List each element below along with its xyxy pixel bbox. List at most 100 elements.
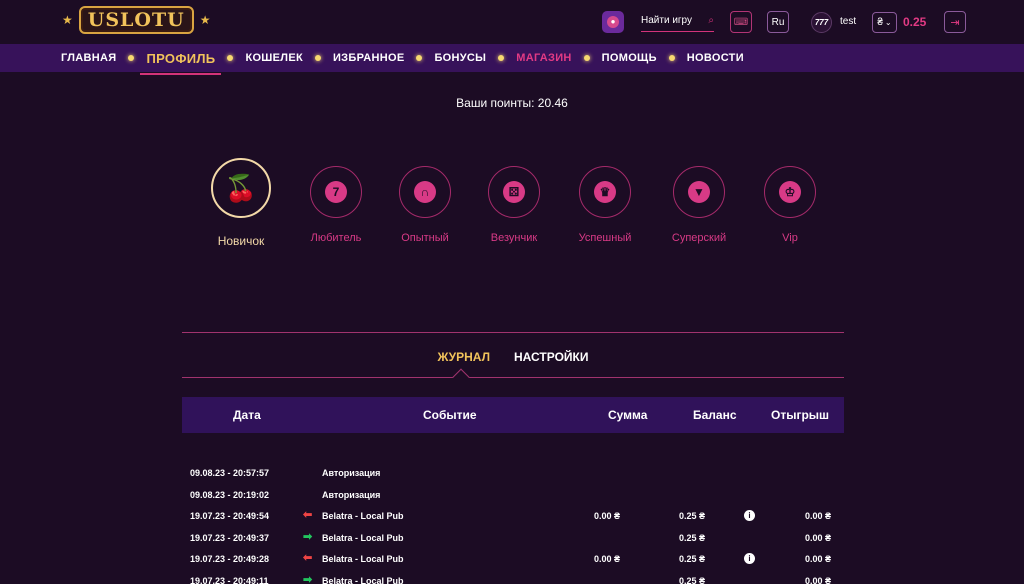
top-header: ★ USLOTU ★ ● ⌕ ⌨ Ru 777 test ₴ ⌄ 0.25 ⇥ [0,0,1024,44]
level-vip: ♔ Vip [745,158,835,244]
777-icon: 7 [325,181,347,203]
level-successful: ♛ Успешный [560,158,650,244]
row-winnings: 0.00 ₴ [805,575,832,584]
row-event: Belatra - Local Pub [322,511,404,521]
info-icon[interactable]: i [744,553,755,564]
divider [182,332,844,333]
arrow-left-icon: ⬅ [303,509,313,521]
row-date: 09.08.23 - 20:19:02 [190,489,270,500]
promo-icon[interactable]: ● [602,11,624,33]
nav-item-bonuses[interactable]: БОНУСЫ [434,52,486,64]
level-label: Успешный [578,232,632,244]
main-nav: ГЛАВНАЯ ПРОФИЛЬ КОШЕЛЕК ИЗБРАННОЕ БОНУСЫ… [0,44,1024,75]
table-header: Дата Событие Сумма Баланс Отыгрыш [182,397,844,433]
level-label: Новичок [217,234,265,248]
row-event: Belatra - Local Pub [322,575,404,584]
balance-value: 0.25 [903,15,927,29]
nav-item-profile[interactable]: ПРОФИЛЬ [140,51,222,75]
currency-dropdown[interactable]: ₴ ⌄ [872,12,897,33]
table-row: 19.07.23 - 20:49:28 ⬅ Belatra - Local Pu… [182,548,844,570]
row-sum: 0.00 ₴ [594,511,621,521]
table-row: 09.08.23 - 20:19:02 Авторизация [182,484,844,506]
arrow-left-icon: ⬅ [303,552,313,564]
language-button[interactable]: Ru [767,11,789,33]
nav-item-favorites[interactable]: ИЗБРАННОЕ [333,52,405,64]
star-icon: ★ [199,13,211,27]
dot-separator [128,55,135,61]
logo-text: USLOTU [78,6,194,34]
col-balance: Баланс [693,408,737,422]
table-row: 19.07.23 - 20:49:37 ➡ Belatra - Local Pu… [182,527,844,549]
currency-symbol: ₴ [877,17,883,28]
nav-item-wallet[interactable]: КОШЕЛЕК [245,52,303,64]
tab-journal[interactable]: ЖУРНАЛ [438,350,491,364]
tuxedo-icon: ▼ [688,181,710,203]
row-event: Belatra - Local Pub [322,554,404,564]
dot-separator [227,55,234,61]
trophy-icon: ♛ [594,181,616,203]
keyboard-icon[interactable]: ⌨ [730,11,752,33]
table-row: 19.07.23 - 20:49:11 ➡ Belatra - Local Pu… [182,570,844,584]
cherry-icon: 🍒 [224,172,258,203]
search-box[interactable]: ⌕ [641,10,714,32]
table-row: 09.08.23 - 20:57:57 Авторизация [182,462,844,484]
row-balance: 0.25 ₴ [679,532,706,543]
row-event: Авторизация [322,468,381,478]
arrow-right-icon: ➡ [303,573,313,584]
row-winnings: 0.00 ₴ [805,554,832,564]
nav-item-help[interactable]: ПОМОЩЬ [602,52,657,64]
col-date: Дата [233,408,261,422]
dot-separator [314,55,321,61]
nav-item-shop[interactable]: МАГАЗИН [516,52,571,64]
row-date: 19.07.23 - 20:49:37 [190,532,270,543]
col-winnings: Отыгрыш [771,408,830,422]
level-novice: 🍒 Новичок [196,158,286,248]
journal-table: 09.08.23 - 20:57:57 Авторизация 09.08.23… [182,462,844,584]
row-winnings: 0.00 ₴ [805,532,832,543]
dot-separator [416,55,423,61]
row-winnings: 0.00 ₴ [805,511,832,521]
nav-item-home[interactable]: ГЛАВНАЯ [61,52,116,64]
logout-icon[interactable]: ⇥ [944,11,966,33]
level-label: Опытный [401,232,449,244]
row-sum: 0.00 ₴ [594,554,621,564]
crown-icon: ♔ [779,181,801,203]
row-balance: 0.25 ₴ [679,511,706,521]
username[interactable]: test [840,16,856,27]
row-event: Авторизация [322,489,381,500]
points-balance: Ваши поинты: 20.46 [456,96,568,110]
level-label: Vip [782,232,798,244]
col-event: Событие [423,408,477,422]
level-experienced: ∩ Опытный [380,158,470,244]
table-row: 19.07.23 - 20:49:54 ⬅ Belatra - Local Pu… [182,505,844,527]
level-label: Любитель [310,232,362,244]
row-balance: 0.25 ₴ [679,554,706,564]
level-super: ▼ Суперский [654,158,744,244]
dice-icon: ⚄ [503,181,525,203]
divider [182,377,844,378]
tab-bar: ЖУРНАЛ НАСТРОЙКИ [182,350,844,364]
info-icon[interactable]: i [744,510,755,521]
avatar[interactable]: 777 [811,12,832,33]
search-icon[interactable]: ⌕ [708,15,714,26]
row-date: 19.07.23 - 20:49:28 [190,554,270,564]
tab-settings[interactable]: НАСТРОЙКИ [514,350,588,364]
dot-separator [583,55,590,61]
dot-separator [498,55,505,61]
star-icon: ★ [62,13,73,27]
horseshoe-icon: ∩ [414,181,436,203]
dot-separator [668,55,675,61]
row-date: 19.07.23 - 20:49:54 [190,511,270,521]
chevron-down-icon: ⌄ [884,18,892,27]
level-lucky: ⚄ Везунчик [469,158,559,244]
level-amateur: 7 Любитель [291,158,381,244]
row-event: Belatra - Local Pub [322,532,404,543]
nav-item-news[interactable]: НОВОСТИ [687,52,744,64]
active-tab-indicator [452,368,470,386]
level-label: Везунчик [490,232,538,244]
row-date: 09.08.23 - 20:57:57 [190,468,270,478]
search-input[interactable] [641,15,699,26]
row-date: 19.07.23 - 20:49:11 [190,575,269,584]
site-logo[interactable]: ★ USLOTU ★ [62,6,210,34]
col-sum: Сумма [608,408,648,422]
